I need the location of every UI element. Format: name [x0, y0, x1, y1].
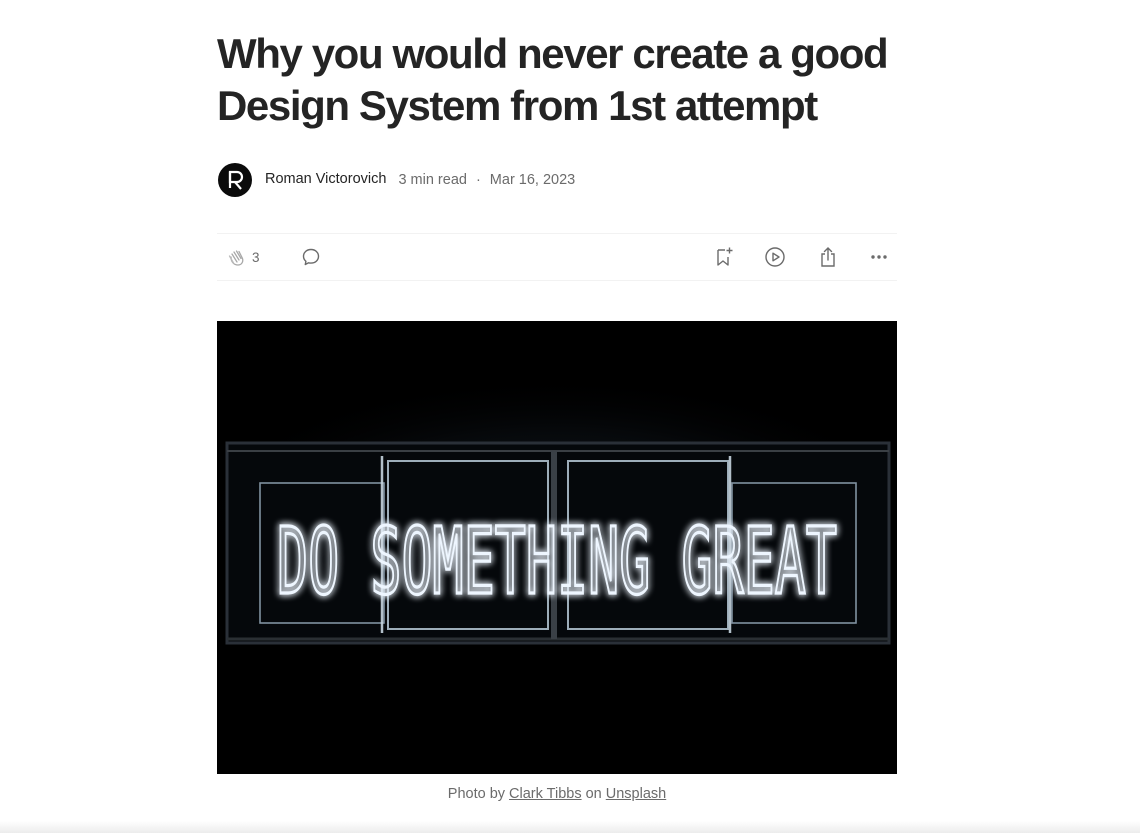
- author-logo-icon: [228, 170, 244, 190]
- bottom-shadow: [0, 821, 1140, 833]
- article-title: Why you would never create a good Design…: [217, 28, 907, 132]
- share-button[interactable]: [817, 234, 839, 280]
- comment-icon: [302, 248, 320, 266]
- share-icon: [821, 247, 835, 267]
- caption-middle: on: [581, 786, 606, 802]
- author-name[interactable]: Roman Victorovich: [265, 171, 386, 187]
- clap-button[interactable]: 3: [225, 234, 260, 280]
- meta-separator: ·: [475, 172, 481, 188]
- title-line-1: Why you would never create a good: [217, 30, 889, 77]
- play-icon: [765, 247, 785, 267]
- hero-image: DO SOMETHING GREAT: [217, 321, 897, 774]
- publish-date: Mar 16, 2023: [489, 172, 576, 188]
- unsplash-link[interactable]: Unsplash: [606, 786, 666, 802]
- more-icon: [871, 255, 887, 259]
- listen-button[interactable]: [763, 234, 787, 280]
- image-caption: Photo by Clark Tibbs on Unsplash: [217, 786, 897, 802]
- bookmark-button[interactable]: [713, 234, 735, 280]
- neon-text: DO SOMETHING GREAT: [277, 508, 837, 615]
- byline: Roman Victorovich 3 min read · Mar 16, 2…: [217, 162, 897, 198]
- title-line-2: Design System from 1st attempt: [217, 82, 818, 129]
- neon-sign-photo: DO SOMETHING GREAT: [217, 321, 897, 774]
- caption-prefix: Photo by: [447, 786, 510, 802]
- clap-icon: [228, 250, 244, 266]
- bookmark-add-icon: [717, 247, 733, 266]
- clap-count: 3: [252, 249, 260, 265]
- avatar[interactable]: [218, 163, 252, 197]
- article-meta: 3 min read · Mar 16, 2023: [398, 172, 575, 188]
- more-options-button[interactable]: [869, 234, 889, 280]
- comment-button[interactable]: [300, 234, 322, 280]
- read-time: 3 min read: [398, 172, 467, 188]
- action-bar: 3: [217, 233, 897, 281]
- photographer-link[interactable]: Clark Tibbs: [509, 786, 582, 802]
